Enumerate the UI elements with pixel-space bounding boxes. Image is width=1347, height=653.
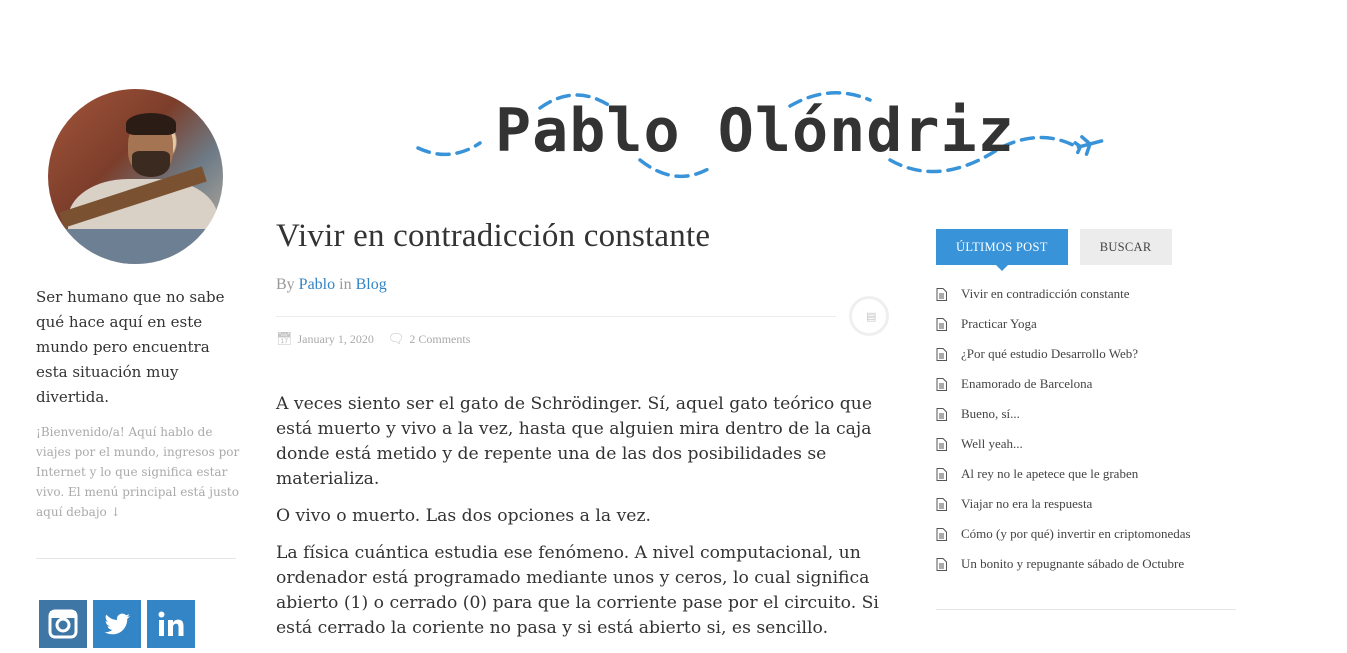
widget-tabs: ÚLTIMOS POST BUSCAR — [936, 229, 1172, 271]
list-item[interactable]: Cómo (y por qué) invertir en criptomoned… — [936, 519, 1191, 549]
sidebar-divider — [36, 558, 236, 559]
post-format-badge: ▤ — [849, 296, 889, 336]
post-paragraph: O vivo o muerto. Las dos opciones a la v… — [276, 506, 651, 526]
byline-in: in — [339, 276, 352, 293]
airplane-icon — [1073, 135, 1104, 156]
recent-post-link[interactable]: Vivir en contradicción constante — [961, 279, 1130, 309]
author-tagline: Ser humano que no sabe qué hace aquí en … — [36, 288, 225, 406]
category-link[interactable]: Blog — [356, 276, 387, 293]
list-item[interactable]: Al rey no le apetece que le graben — [936, 459, 1191, 489]
comment-icon: 🗨︎ — [387, 331, 405, 346]
instagram-link[interactable] — [39, 600, 87, 648]
linkedin-icon — [158, 611, 184, 636]
recent-post-link[interactable]: Viajar no era la respuesta — [961, 489, 1092, 519]
document-icon — [936, 467, 947, 481]
tab-buscar[interactable]: BUSCAR — [1079, 229, 1172, 265]
list-item[interactable]: Vivir en contradicción constante — [936, 279, 1191, 309]
document-icon — [936, 497, 947, 511]
post-paragraph: A veces siento ser el gato de Schrödinge… — [276, 394, 872, 489]
post-date-text: January 1, 2020 — [297, 331, 374, 346]
calendar-icon: 📅︎ — [276, 331, 293, 346]
document-icon — [936, 437, 947, 451]
recent-post-link[interactable]: Bueno, sí... — [961, 399, 1020, 429]
list-item[interactable]: Viajar no era la respuesta — [936, 489, 1191, 519]
list-item[interactable]: Practicar Yoga — [936, 309, 1191, 339]
post-date: 📅︎ January 1, 2020 — [276, 331, 374, 347]
document-icon — [936, 317, 947, 331]
linkedin-link[interactable] — [147, 600, 195, 648]
document-icon — [936, 347, 947, 361]
document-icon — [936, 287, 947, 301]
welcome-text: ¡Bienvenido/a! Aquí hablo de viajes por … — [36, 425, 240, 519]
list-item[interactable]: Bueno, sí... — [936, 399, 1191, 429]
twitter-icon — [104, 613, 130, 635]
recent-posts-list: Vivir en contradicción constante Practic… — [936, 279, 1191, 579]
recent-post-link[interactable]: ¿Por qué estudio Desarrollo Web? — [961, 339, 1138, 369]
document-icon — [936, 377, 947, 391]
document-icon: ▤ — [866, 310, 877, 323]
widget-divider — [936, 609, 1236, 610]
recent-post-link[interactable]: Cómo (y por qué) invertir en criptomoned… — [961, 519, 1191, 549]
recent-post-link[interactable]: Enamorado de Barcelona — [961, 369, 1092, 399]
author-avatar — [48, 89, 223, 264]
document-icon — [936, 527, 947, 541]
recent-post-link[interactable]: Al rey no le apetece que le graben — [961, 459, 1138, 489]
post-meta: 📅︎ January 1, 2020 🗨︎ 2 Comments — [276, 331, 470, 347]
list-item[interactable]: Un bonito y repugnante sábado de Octubre — [936, 549, 1191, 579]
recent-post-link[interactable]: Well yeah... — [961, 429, 1023, 459]
post-byline: By Pablo in Blog — [276, 276, 387, 294]
list-item[interactable]: ¿Por qué estudio Desarrollo Web? — [936, 339, 1191, 369]
comments-link[interactable]: 2 Comments — [409, 332, 470, 347]
tab-ultimos-post[interactable]: ÚLTIMOS POST — [936, 229, 1068, 271]
logo-text: Pablo Olóndriz — [495, 96, 1015, 166]
post-content: A veces siento ser el gato de Schrödinge… — [276, 392, 886, 653]
list-item[interactable]: Well yeah... — [936, 429, 1191, 459]
list-item[interactable]: Enamorado de Barcelona — [936, 369, 1191, 399]
post-comments[interactable]: 🗨︎ 2 Comments — [388, 331, 471, 347]
post-title[interactable]: Vivir en contradicción constante — [276, 218, 710, 255]
twitter-link[interactable] — [93, 600, 141, 648]
meta-divider — [276, 316, 836, 317]
document-icon — [936, 407, 947, 421]
recent-post-link[interactable]: Practicar Yoga — [961, 309, 1037, 339]
instagram-icon — [48, 609, 78, 639]
site-logo[interactable]: Pablo Olóndriz — [410, 88, 1110, 188]
social-links — [39, 600, 195, 648]
recent-post-link[interactable]: Un bonito y repugnante sábado de Octubre — [961, 549, 1184, 579]
author-link[interactable]: Pablo — [299, 276, 335, 293]
document-icon — [936, 557, 947, 571]
post-paragraph: La física cuántica estudia ese fenómeno.… — [276, 543, 879, 638]
byline-prefix: By — [276, 276, 295, 293]
